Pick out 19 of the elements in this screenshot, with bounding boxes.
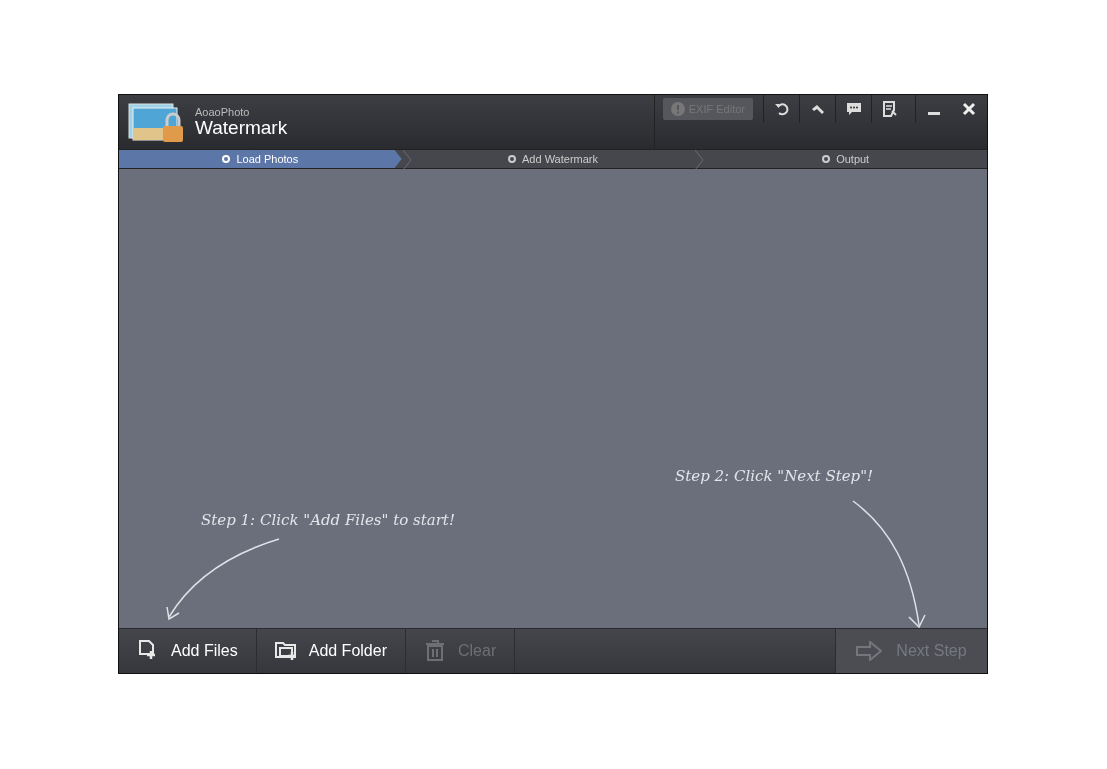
step-tab[interactable]: Load Photos xyxy=(119,150,402,168)
minimize-icon xyxy=(927,111,940,115)
undo-icon xyxy=(773,101,790,117)
chat-icon xyxy=(845,101,862,117)
hint-text: Step 1: Click "Add Files" to start! xyxy=(201,510,455,531)
alert-icon xyxy=(670,102,685,116)
chevron-icon xyxy=(401,150,412,170)
step-tab[interactable]: Add Watermark xyxy=(411,150,695,168)
brand-name: AoaoPhoto xyxy=(195,107,251,118)
chevron-icon xyxy=(694,150,705,170)
close-icon xyxy=(962,102,976,116)
document-icon xyxy=(881,101,898,117)
hint-text: Step 2: Click "Next Step"! xyxy=(675,466,874,487)
toolbar-button[interactable]: Add Folder xyxy=(256,629,406,673)
arrow-right-icon xyxy=(856,641,883,661)
step-tab[interactable]: Output xyxy=(704,150,987,168)
add-folder-icon xyxy=(274,639,299,663)
toolbar-button[interactable]: Add Files xyxy=(119,629,257,673)
app-title: Watermark xyxy=(195,118,288,137)
